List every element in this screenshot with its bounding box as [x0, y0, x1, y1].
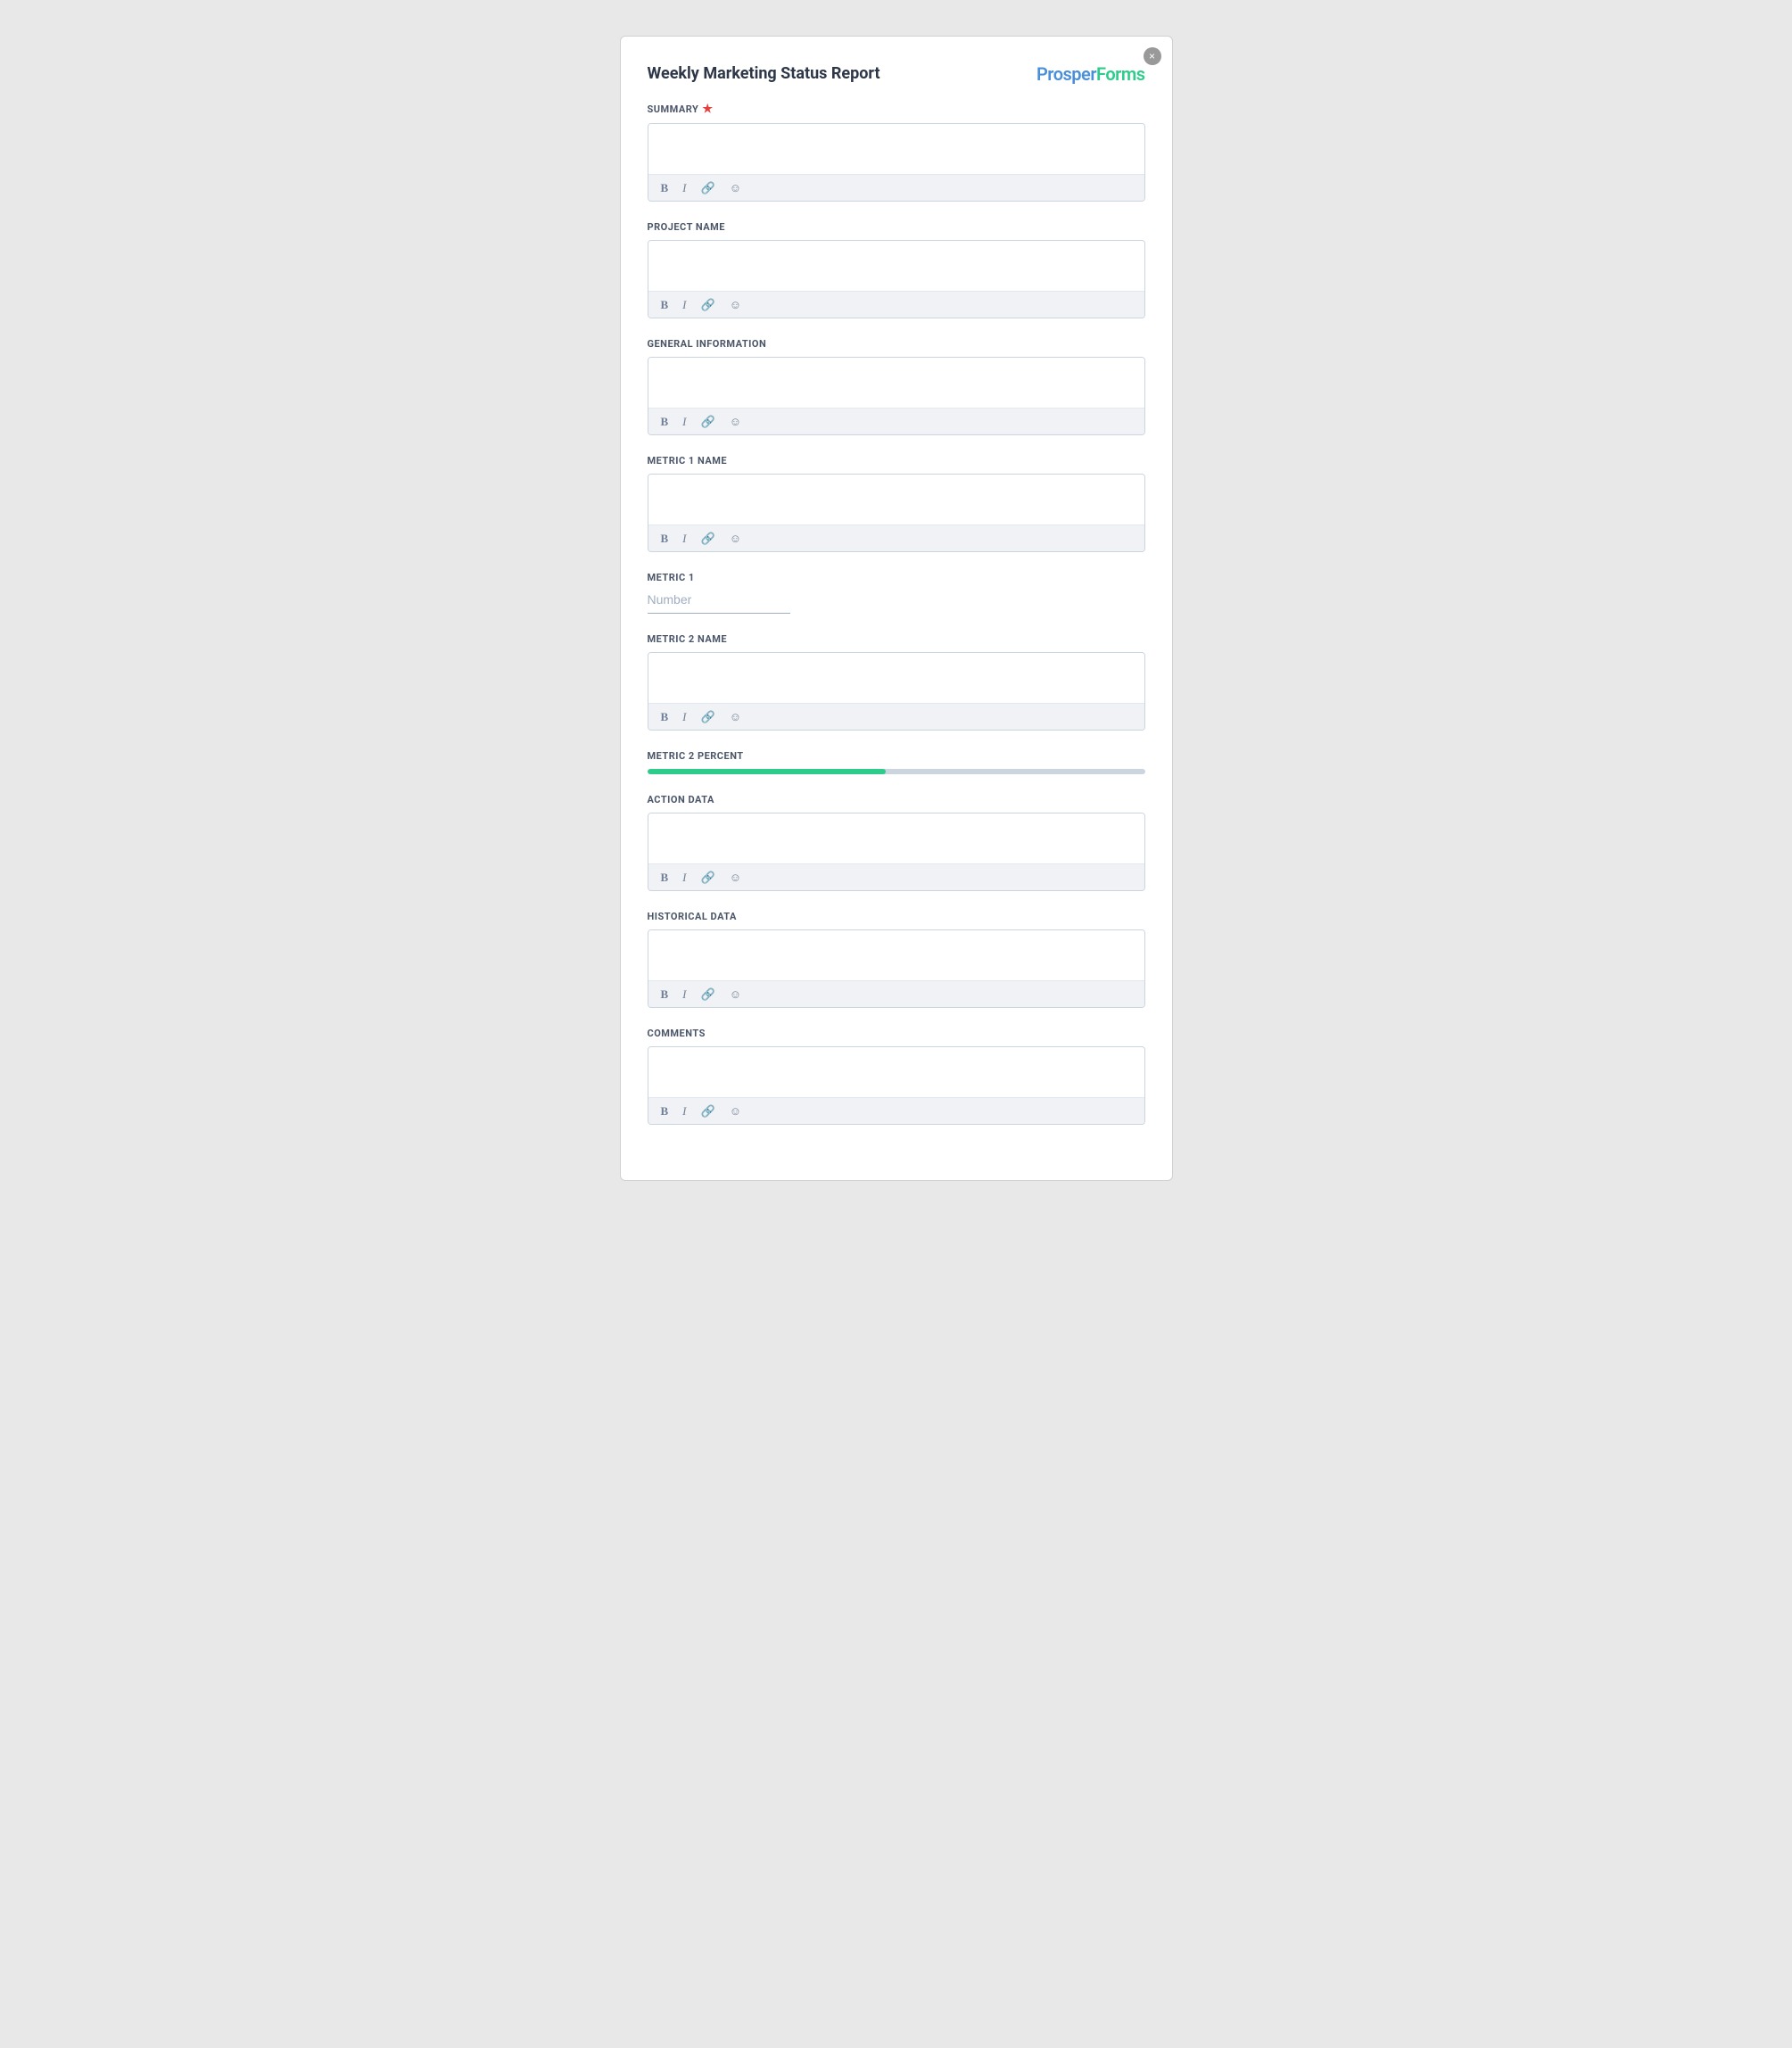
label-metric1: METRIC 1 — [648, 572, 1145, 583]
bold-button-metric1-name[interactable]: B — [657, 531, 673, 546]
bold-button-action-data[interactable]: B — [657, 870, 673, 885]
form-title: Weekly Marketing Status Report — [648, 63, 880, 84]
emoji-button-historical-data[interactable]: ☺ — [726, 987, 745, 1002]
bold-button-historical-data[interactable]: B — [657, 987, 673, 1002]
input-project-name[interactable] — [648, 241, 1144, 287]
label-action-data: ACTION DATA — [648, 794, 1145, 805]
link-button-project-name[interactable]: 🔗 — [698, 297, 719, 312]
field-comments: COMMENTS B I 🔗 ☺ — [648, 1028, 1145, 1125]
label-summary: SUMMARY ★ — [648, 103, 1145, 116]
bold-button-general-info[interactable]: B — [657, 414, 673, 429]
editor-summary: B I 🔗 ☺ — [648, 123, 1145, 202]
italic-button-historical-data[interactable]: I — [679, 987, 690, 1002]
bold-button-metric2-name[interactable]: B — [657, 709, 673, 724]
emoji-button-metric2-name[interactable]: ☺ — [726, 709, 745, 724]
field-project-name: PROJECT NAME B I 🔗 ☺ — [648, 221, 1145, 318]
emoji-button-project-name[interactable]: ☺ — [726, 297, 745, 312]
italic-button-metric1-name[interactable]: I — [679, 531, 690, 546]
input-historical-data[interactable] — [648, 930, 1144, 977]
link-button-action-data[interactable]: 🔗 — [698, 870, 719, 885]
link-button-summary[interactable]: 🔗 — [698, 180, 719, 195]
label-project-name: PROJECT NAME — [648, 221, 1145, 233]
emoji-button-comments[interactable]: ☺ — [726, 1103, 745, 1119]
emoji-button-general-info[interactable]: ☺ — [726, 414, 745, 429]
bold-button-summary[interactable]: B — [657, 180, 673, 195]
brand-forms: Forms — [1096, 63, 1144, 85]
italic-button-metric2-name[interactable]: I — [679, 709, 690, 724]
toolbar-historical-data: B I 🔗 ☺ — [648, 980, 1144, 1007]
input-action-data[interactable] — [648, 813, 1144, 860]
field-historical-data: HISTORICAL DATA B I 🔗 ☺ — [648, 911, 1145, 1008]
label-metric2-name: METRIC 2 NAME — [648, 633, 1145, 645]
link-button-metric1-name[interactable]: 🔗 — [698, 531, 719, 546]
field-metric2-name: METRIC 2 NAME B I 🔗 ☺ — [648, 633, 1145, 731]
editor-historical-data: B I 🔗 ☺ — [648, 929, 1145, 1008]
input-general-information[interactable] — [648, 358, 1144, 404]
editor-project-name: B I 🔗 ☺ — [648, 240, 1145, 318]
toolbar-project-name: B I 🔗 ☺ — [648, 291, 1144, 318]
toolbar-action-data: B I 🔗 ☺ — [648, 863, 1144, 890]
label-historical-data: HISTORICAL DATA — [648, 911, 1145, 922]
toolbar-general-information: B I 🔗 ☺ — [648, 408, 1144, 434]
italic-button-action-data[interactable]: I — [679, 870, 690, 885]
editor-general-information: B I 🔗 ☺ — [648, 357, 1145, 435]
input-metric1[interactable] — [648, 592, 790, 607]
link-button-general-info[interactable]: 🔗 — [698, 414, 719, 429]
field-action-data: ACTION DATA B I 🔗 ☺ — [648, 794, 1145, 891]
label-metric1-name: METRIC 1 NAME — [648, 455, 1145, 467]
editor-metric1-name: B I 🔗 ☺ — [648, 474, 1145, 552]
editor-action-data: B I 🔗 ☺ — [648, 813, 1145, 891]
label-general-information: GENERAL INFORMATION — [648, 338, 1145, 350]
progress-fill — [648, 769, 887, 774]
metric1-input-wrapper — [648, 590, 790, 614]
field-metric1: METRIC 1 — [648, 572, 1145, 614]
emoji-button-metric1-name[interactable]: ☺ — [726, 531, 745, 546]
field-metric2-percent: METRIC 2 PERCENT — [648, 750, 1145, 774]
toolbar-comments: B I 🔗 ☺ — [648, 1097, 1144, 1124]
link-button-comments[interactable]: 🔗 — [698, 1103, 719, 1119]
brand-prosper: Prosper — [1036, 63, 1096, 85]
progress-track — [648, 769, 1145, 774]
label-comments: COMMENTS — [648, 1028, 1145, 1039]
italic-button-comments[interactable]: I — [679, 1103, 690, 1119]
input-metric1-name[interactable] — [648, 475, 1144, 521]
form-header: Weekly Marketing Status Report Prosper F… — [648, 63, 1145, 85]
form-container: × Weekly Marketing Status Report Prosper… — [620, 36, 1173, 1181]
editor-comments: B I 🔗 ☺ — [648, 1046, 1145, 1125]
toolbar-summary: B I 🔗 ☺ — [648, 174, 1144, 201]
link-button-historical-data[interactable]: 🔗 — [698, 987, 719, 1002]
italic-button-general-info[interactable]: I — [679, 414, 690, 429]
bold-button-project-name[interactable]: B — [657, 297, 673, 312]
input-comments[interactable] — [648, 1047, 1144, 1094]
bold-button-comments[interactable]: B — [657, 1103, 673, 1119]
input-summary[interactable] — [648, 124, 1144, 170]
brand-logo: Prosper Forms — [1036, 63, 1145, 85]
italic-button-project-name[interactable]: I — [679, 297, 690, 312]
required-star-summary: ★ — [702, 103, 713, 116]
field-general-information: GENERAL INFORMATION B I 🔗 ☺ — [648, 338, 1145, 435]
field-summary: SUMMARY ★ B I 🔗 ☺ — [648, 103, 1145, 202]
link-button-metric2-name[interactable]: 🔗 — [698, 709, 719, 724]
field-metric1-name: METRIC 1 NAME B I 🔗 ☺ — [648, 455, 1145, 552]
close-button[interactable]: × — [1144, 47, 1161, 65]
editor-metric2-name: B I 🔗 ☺ — [648, 652, 1145, 731]
toolbar-metric2-name: B I 🔗 ☺ — [648, 703, 1144, 730]
emoji-button-action-data[interactable]: ☺ — [726, 870, 745, 885]
close-icon: × — [1149, 51, 1155, 62]
emoji-button-summary[interactable]: ☺ — [726, 180, 745, 195]
italic-button-summary[interactable]: I — [679, 180, 690, 195]
toolbar-metric1-name: B I 🔗 ☺ — [648, 524, 1144, 551]
label-metric2-percent: METRIC 2 PERCENT — [648, 750, 1145, 762]
progress-container — [648, 769, 1145, 774]
input-metric2-name[interactable] — [648, 653, 1144, 699]
